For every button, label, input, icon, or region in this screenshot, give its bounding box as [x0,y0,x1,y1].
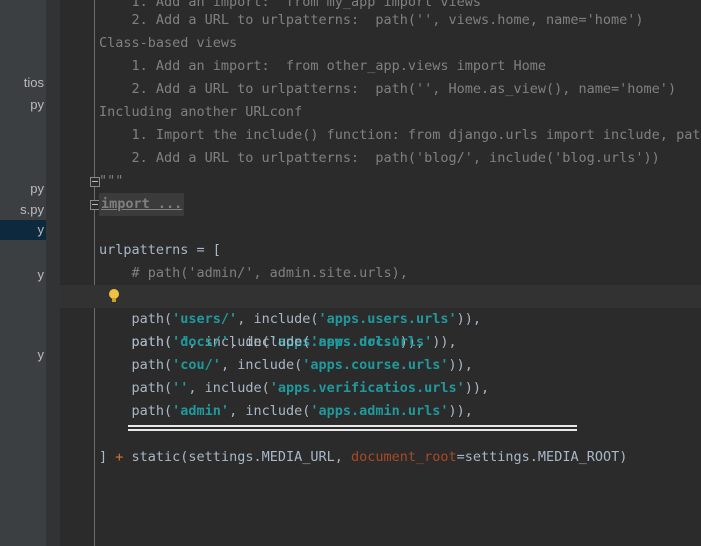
sidebar-file-item[interactable]: y [0,265,46,285]
code-line: 2. Add a URL to urlpatterns: path('', Ho… [99,81,677,97]
code-line-current[interactable]: path('', include('apps.news.urls')), [60,285,701,350]
code-line: path('admin', include('apps.admin.urls')… [99,403,473,419]
sidebar-file-item[interactable]: y [0,345,46,365]
sidebar-file-item[interactable]: py [0,95,46,115]
code-line: path('docs/', include('apps.doc.urls')), [99,334,457,350]
sidebar-file-item[interactable]: py [0,179,46,199]
project-sidebar[interactable]: tios py py s.py y y y [0,0,46,546]
annotation-underline [128,425,577,431]
code-editor[interactable]: 1. Add an import: from my_app import vie… [60,0,701,546]
sidebar-file-item[interactable]: s.py [0,200,46,220]
code-line: Including another URLconf [99,104,303,120]
code-line: 2. Add a URL to urlpatterns: path('', vi… [99,12,644,28]
code-line: # path('admin/', admin.site.urls), [99,265,408,281]
code-line: ] + static(settings.MEDIA_URL, document_… [99,449,628,465]
code-line: 2. Add a URL to urlpatterns: path('blog/… [99,150,660,166]
editor-gutter [46,0,60,546]
code-line: Class-based views [99,35,238,51]
code-line: 1. Add an import: from other_app.views i… [99,58,547,74]
code-line: 1. Import the include() function: from d… [99,127,701,143]
code-line: path('cou/', include('apps.course.urls')… [99,357,473,373]
sidebar-file-item[interactable]: tios [0,73,46,93]
code-line: path('users/', include('apps.users.urls'… [99,311,482,327]
code-line: path('', include('apps.verificatios.urls… [99,380,490,396]
code-line: urlpatterns = [ [99,242,221,258]
lightbulb-icon[interactable] [108,288,120,304]
code-line-imports-folded[interactable]: import ... [60,193,701,216]
collapsed-imports[interactable]: import ... [99,193,185,216]
code-line: """ [99,173,124,189]
sidebar-file-item-selected[interactable]: y [0,220,46,240]
